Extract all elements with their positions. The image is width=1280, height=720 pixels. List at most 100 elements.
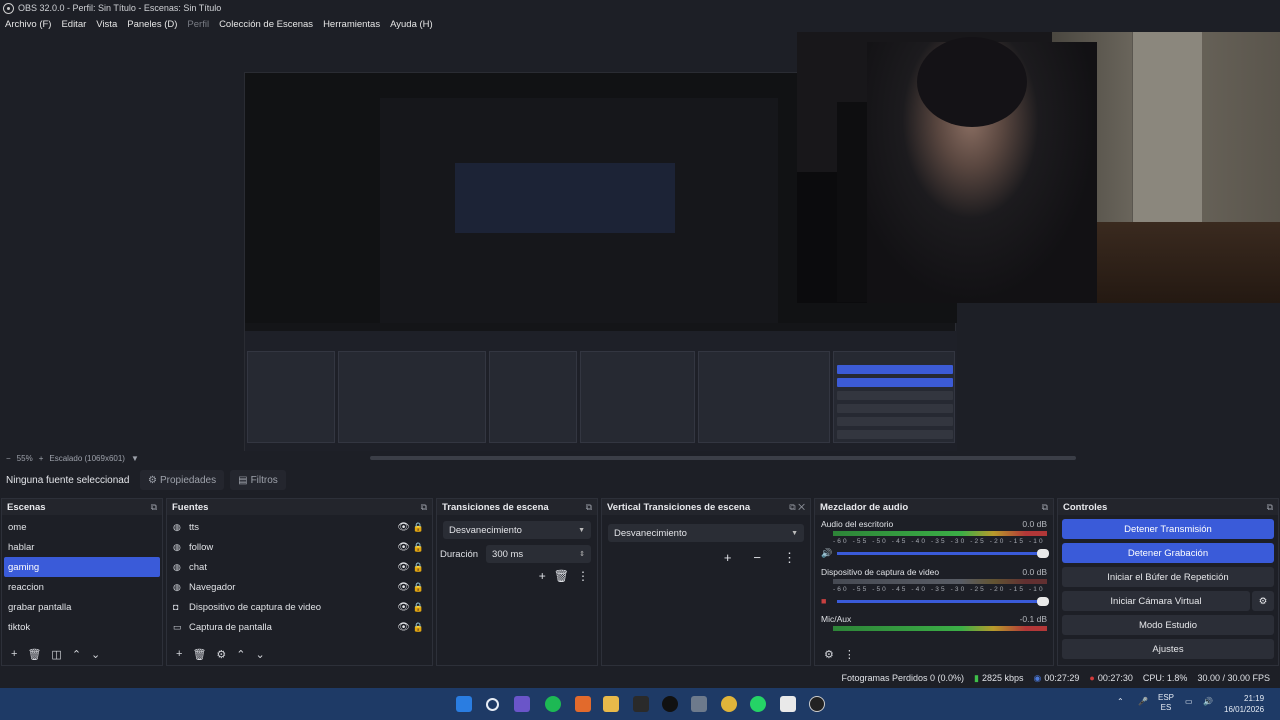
- source-item[interactable]: ◍ tts 👁 🔒: [167, 517, 432, 537]
- source-item[interactable]: ◍ follow 👁 🔒: [167, 537, 432, 557]
- preview-horizontal-scrollbar[interactable]: [370, 456, 1076, 460]
- menu-ayuda[interactable]: Ayuda (H): [390, 19, 433, 30]
- zoom-out-button[interactable]: −: [6, 454, 11, 463]
- scene-item[interactable]: ome: [2, 517, 162, 537]
- eye-icon[interactable]: 👁: [397, 622, 410, 633]
- search-icon[interactable]: [486, 698, 499, 711]
- lock-icon[interactable]: 🔒: [413, 582, 424, 593]
- vertical-transition-select[interactable]: Desvanecimiento ▼: [608, 524, 804, 542]
- source-item[interactable]: ◍ Navegador 👁 🔒: [167, 577, 432, 597]
- source-item[interactable]: ◘ Dispositivo de captura de video 👁 🔒: [167, 597, 432, 617]
- spotify-icon[interactable]: [545, 696, 561, 712]
- move-down-button[interactable]: ⌄: [256, 648, 265, 661]
- chrome-icon[interactable]: [721, 696, 737, 712]
- lock-icon[interactable]: 🔒: [413, 542, 424, 553]
- folder-icon[interactable]: [603, 696, 619, 712]
- volume-slider[interactable]: [837, 549, 1049, 558]
- scene-filters-button[interactable]: ◫: [51, 648, 61, 661]
- add-source-button[interactable]: +: [176, 648, 182, 660]
- eye-icon[interactable]: 👁: [397, 582, 410, 593]
- eye-icon[interactable]: 👁: [397, 542, 410, 553]
- dock-float-icon[interactable]: ⧉: [1042, 502, 1048, 513]
- menu-vista[interactable]: Vista: [96, 19, 117, 30]
- app-icon[interactable]: [575, 696, 591, 712]
- spin-arrows-icon[interactable]: ⇕: [579, 550, 585, 558]
- remove-transition-button[interactable]: −: [753, 550, 761, 566]
- clock[interactable]: 21:19 16/01/2026: [1224, 693, 1264, 715]
- chevron-up-icon[interactable]: ⌃: [1117, 697, 1124, 706]
- microphone-icon[interactable]: 🎤: [1138, 697, 1148, 706]
- add-scene-button[interactable]: +: [11, 648, 17, 660]
- remove-source-button[interactable]: 🗑: [192, 648, 206, 661]
- discord-icon[interactable]: [514, 696, 530, 712]
- source-properties-button[interactable]: ⚙: [216, 648, 226, 661]
- obs-icon[interactable]: [809, 696, 825, 712]
- settings-button[interactable]: Ajustes: [1062, 639, 1274, 659]
- menu-herramientas[interactable]: Herramientas: [323, 19, 380, 30]
- eye-icon[interactable]: 👁: [397, 602, 410, 613]
- remove-scene-button[interactable]: 🗑: [27, 648, 41, 661]
- app-icon[interactable]: [662, 696, 678, 712]
- virtual-camera-settings-button[interactable]: ⚙: [1252, 591, 1274, 611]
- obs-logo-icon: [3, 2, 14, 14]
- add-transition-button[interactable]: +: [724, 550, 732, 566]
- move-up-button[interactable]: ⌃: [72, 648, 81, 661]
- settings-icon[interactable]: [691, 696, 707, 712]
- speaker-icon[interactable]: 🔊: [821, 548, 833, 559]
- transition-select[interactable]: Desvanecimiento ▼: [443, 521, 591, 539]
- zoom-in-button[interactable]: +: [39, 454, 44, 463]
- preview-canvas[interactable]: [0, 32, 1280, 451]
- eye-icon[interactable]: 👁: [397, 522, 410, 533]
- app-icon[interactable]: [780, 696, 796, 712]
- scene-item[interactable]: tiktok: [2, 617, 162, 637]
- slider-handle[interactable]: [1037, 596, 1049, 606]
- source-item[interactable]: ▭ Captura de pantalla 👁 🔒: [167, 617, 432, 637]
- stop-recording-button[interactable]: Detener Grabación: [1062, 543, 1274, 563]
- dock-float-icon[interactable]: ⧉: [421, 502, 427, 513]
- transition-menu-button[interactable]: ⋮: [783, 550, 796, 566]
- dock-float-icon[interactable]: ⧉: [586, 502, 592, 513]
- audio-menu-icon[interactable]: ⋮: [844, 648, 855, 661]
- eye-icon[interactable]: 👁: [397, 562, 410, 573]
- language-indicator[interactable]: ESP ES: [1158, 693, 1174, 713]
- scene-item[interactable]: reaccion: [2, 577, 162, 597]
- menu-editar[interactable]: Editar: [61, 19, 86, 30]
- virtual-camera-button[interactable]: Iniciar Cámara Virtual: [1062, 591, 1250, 611]
- studio-mode-button[interactable]: Modo Estudio: [1062, 615, 1274, 635]
- filters-button[interactable]: ▤ Filtros: [230, 470, 286, 490]
- dock-close-icon[interactable]: ⧉ ✕: [789, 502, 805, 513]
- scene-item[interactable]: grabar pantalla: [2, 597, 162, 617]
- source-item[interactable]: ◍ chat 👁 🔒: [167, 557, 432, 577]
- duration-spinbox[interactable]: 300 ms ⇕: [486, 545, 591, 563]
- scene-item-selected[interactable]: gaming: [4, 557, 160, 577]
- properties-button[interactable]: ⚙ Propiedades: [140, 470, 225, 490]
- dock-float-icon[interactable]: ⧉: [1267, 502, 1273, 513]
- volume-icon[interactable]: 🔊: [1203, 697, 1213, 706]
- lock-icon[interactable]: 🔒: [413, 562, 424, 573]
- volume-slider[interactable]: [837, 596, 1049, 606]
- audio-settings-icon[interactable]: ⚙: [824, 648, 834, 661]
- whatsapp-icon[interactable]: [750, 696, 766, 712]
- lock-icon[interactable]: 🔒: [413, 522, 424, 533]
- dock-float-icon[interactable]: ⧉: [151, 502, 157, 513]
- replay-buffer-button[interactable]: Iniciar el Búfer de Repetición: [1062, 567, 1274, 587]
- webcam-source[interactable]: [797, 32, 1280, 303]
- scene-item[interactable]: hablar: [2, 537, 162, 557]
- lock-icon[interactable]: 🔒: [413, 622, 424, 633]
- menu-coleccion-escenas[interactable]: Colección de Escenas: [219, 19, 313, 30]
- scale-dropdown-icon[interactable]: ▼: [131, 454, 139, 463]
- epic-games-icon[interactable]: [633, 696, 649, 712]
- menu-paneles[interactable]: Paneles (D): [127, 19, 177, 30]
- stop-streaming-button[interactable]: Detener Transmisión: [1062, 519, 1274, 539]
- remove-transition-button[interactable]: 🗑: [554, 569, 569, 583]
- menu-archivo[interactable]: Archivo (F): [5, 19, 51, 30]
- add-transition-button[interactable]: +: [539, 569, 546, 583]
- slider-handle[interactable]: [1037, 549, 1049, 558]
- muted-speaker-icon[interactable]: ■: [821, 596, 833, 606]
- move-up-button[interactable]: ⌃: [236, 648, 245, 661]
- lock-icon[interactable]: 🔒: [413, 602, 424, 613]
- network-icon[interactable]: ▭: [1185, 697, 1193, 706]
- windows-start-icon[interactable]: [456, 696, 472, 712]
- move-down-button[interactable]: ⌄: [91, 648, 100, 661]
- transition-menu-button[interactable]: ⋮: [577, 569, 589, 583]
